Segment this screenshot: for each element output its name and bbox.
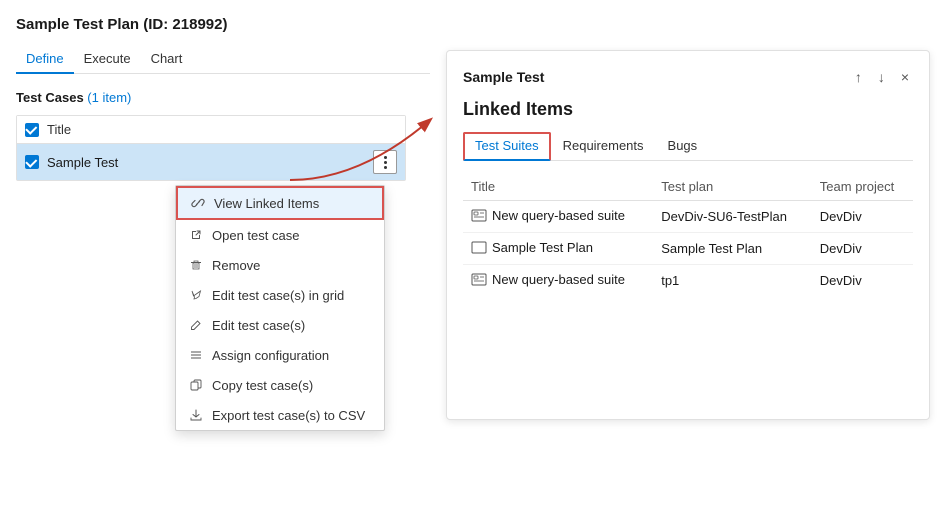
menu-item-export[interactable]: Export test case(s) to CSV [176, 400, 384, 430]
cell-team-project: DevDiv [812, 265, 913, 297]
open-icon [188, 227, 204, 243]
col-title: Title [463, 173, 653, 201]
link-icon [190, 195, 206, 211]
panel-actions: ↑ ↓ × [851, 67, 913, 87]
list-header: Title [17, 116, 405, 144]
menu-item-edit[interactable]: Edit test case(s) [176, 310, 384, 340]
item-label: Sample Test [47, 155, 369, 170]
cell-title: New query-based suite [463, 265, 653, 297]
menu-item-label: Open test case [212, 228, 299, 243]
copy-icon [188, 377, 204, 393]
menu-item-open[interactable]: Open test case [176, 220, 384, 250]
panel-header: Sample Test ↑ ↓ × [463, 67, 913, 87]
menu-item-copy[interactable]: Copy test case(s) [176, 370, 384, 400]
linked-items-heading: Linked Items [463, 99, 913, 120]
test-cases-list: Title Sample Test [16, 115, 406, 181]
close-panel-button[interactable]: × [897, 67, 913, 87]
query-icon [471, 209, 487, 222]
export-icon [188, 407, 204, 423]
table-row[interactable]: New query-based suite DevDiv-SU6-TestPla… [463, 201, 913, 233]
more-button[interactable] [373, 150, 397, 174]
menu-item-label: Export test case(s) to CSV [212, 408, 365, 423]
tab-chart[interactable]: Chart [141, 45, 193, 74]
main-container: Sample Test Plan (ID: 218992) Define Exe… [0, 0, 946, 508]
cell-test-plan: DevDiv-SU6-TestPlan [653, 201, 812, 233]
move-down-button[interactable]: ↓ [874, 67, 889, 87]
panel-tab-test-suites[interactable]: Test Suites [463, 132, 551, 161]
title-column-header: Title [47, 122, 71, 137]
menu-item-label: Edit test case(s) [212, 318, 305, 333]
edit-grid-icon [188, 287, 204, 303]
menu-item-label: View Linked Items [214, 196, 319, 211]
menu-item-view-linked[interactable]: View Linked Items [176, 186, 384, 220]
panel-title: Sample Test [463, 69, 544, 85]
suite-icon [471, 241, 487, 254]
menu-item-edit-grid[interactable]: Edit test case(s) in grid [176, 280, 384, 310]
tab-define[interactable]: Define [16, 45, 74, 74]
menu-item-label: Remove [212, 258, 260, 273]
tab-execute[interactable]: Execute [74, 45, 141, 74]
tabs-bar: Define Execute Chart [16, 45, 430, 74]
left-panel: Sample Test Plan (ID: 218992) Define Exe… [0, 0, 430, 508]
test-case-count: (1 item) [87, 90, 131, 105]
move-up-button[interactable]: ↑ [851, 67, 866, 87]
panel-tab-requirements[interactable]: Requirements [551, 132, 656, 161]
menu-item-label: Edit test case(s) in grid [212, 288, 344, 303]
panel-tab-bugs[interactable]: Bugs [656, 132, 710, 161]
menu-item-label: Copy test case(s) [212, 378, 313, 393]
menu-item-remove[interactable]: Remove [176, 250, 384, 280]
remove-icon [188, 257, 204, 273]
col-test-plan: Test plan [653, 173, 812, 201]
section-title: Test Cases (1 item) [16, 90, 430, 105]
right-panel: Sample Test ↑ ↓ × Linked Items Test Suit… [446, 50, 930, 420]
table-row[interactable]: New query-based suite tp1 DevDiv [463, 265, 913, 297]
col-team-project: Team project [812, 173, 913, 201]
menu-item-assign-config[interactable]: Assign configuration [176, 340, 384, 370]
config-icon [188, 347, 204, 363]
query-icon [471, 273, 487, 286]
more-dots-icon [384, 156, 387, 169]
cell-test-plan: tp1 [653, 265, 812, 297]
cell-title: Sample Test Plan [463, 233, 653, 265]
context-menu: View Linked Items Open test case [175, 185, 385, 431]
cell-team-project: DevDiv [812, 233, 913, 265]
linked-items-table: Title Test plan Team project [463, 173, 913, 296]
item-checkbox[interactable] [25, 155, 39, 169]
cell-team-project: DevDiv [812, 201, 913, 233]
panel-tabs: Test Suites Requirements Bugs [463, 132, 913, 161]
table-row[interactable]: Sample Test Plan Sample Test Plan DevDiv [463, 233, 913, 265]
cell-test-plan: Sample Test Plan [653, 233, 812, 265]
cell-title: New query-based suite [463, 201, 653, 233]
menu-item-label: Assign configuration [212, 348, 329, 363]
list-item[interactable]: Sample Test [17, 144, 405, 180]
edit-icon [188, 317, 204, 333]
header-checkbox[interactable] [25, 123, 39, 137]
page-title: Sample Test Plan (ID: 218992) [16, 16, 430, 33]
